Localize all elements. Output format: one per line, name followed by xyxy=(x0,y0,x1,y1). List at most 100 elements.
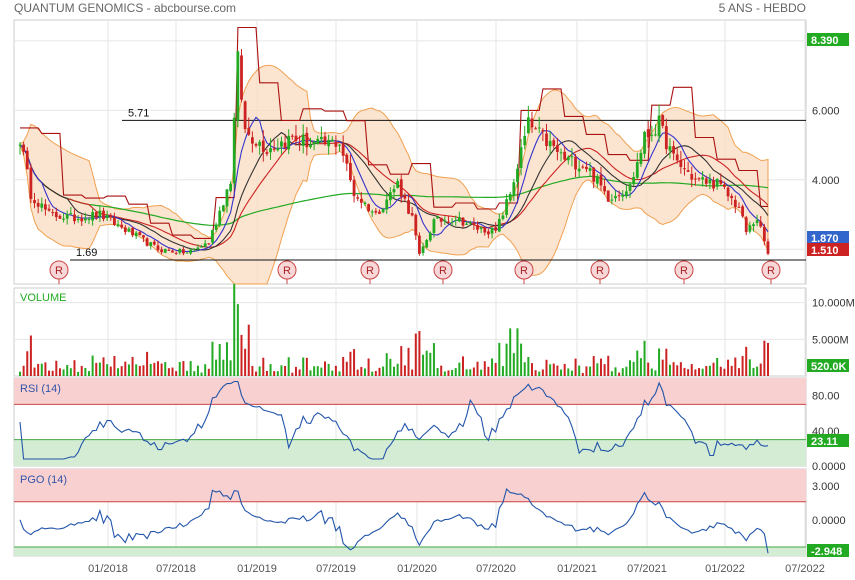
volume-bar xyxy=(276,371,279,376)
volume-bar xyxy=(494,362,497,376)
volume-bar xyxy=(146,351,149,376)
badge-high-label: 8.390 xyxy=(811,35,839,47)
candle xyxy=(250,137,254,144)
volume-bar xyxy=(106,364,109,376)
candle xyxy=(414,214,418,236)
volume-bar xyxy=(672,362,675,376)
volume-bar xyxy=(683,367,686,376)
candle xyxy=(174,252,178,254)
volume-bar xyxy=(447,370,450,376)
volume-bar xyxy=(639,358,642,376)
candle xyxy=(185,252,189,254)
candle xyxy=(388,192,392,201)
volume-bar xyxy=(636,350,639,376)
volume-bar xyxy=(349,351,352,376)
candle xyxy=(741,206,744,217)
candle xyxy=(378,211,381,214)
volume-bar xyxy=(22,365,25,376)
candle xyxy=(617,195,621,197)
candle xyxy=(370,211,374,213)
volume-bar xyxy=(393,366,395,376)
candle xyxy=(497,218,501,232)
candle xyxy=(116,224,120,227)
rsi-y-tick: 80.00 xyxy=(812,391,840,403)
candle xyxy=(668,146,672,151)
volume-bar xyxy=(334,365,337,376)
candle xyxy=(592,167,596,182)
volume-bar xyxy=(84,368,87,376)
candle xyxy=(149,242,153,247)
candle xyxy=(145,238,149,246)
candle xyxy=(91,212,95,221)
volume-bar xyxy=(730,365,733,376)
volume-bar xyxy=(211,341,214,376)
volume-bar xyxy=(138,365,141,376)
candle xyxy=(421,246,425,254)
candle xyxy=(723,184,726,187)
volume-bar xyxy=(523,362,526,376)
volume-bar xyxy=(218,344,221,376)
candle xyxy=(120,224,124,228)
volume-bar xyxy=(287,357,290,376)
candle xyxy=(338,144,341,146)
candle xyxy=(465,223,469,225)
volume-bar xyxy=(716,358,719,376)
x-tick-label: 01/2022 xyxy=(705,563,745,575)
volume-bar xyxy=(153,362,156,376)
candle xyxy=(47,208,51,211)
volume-bar xyxy=(469,369,472,376)
volume-bar xyxy=(643,340,646,376)
candle xyxy=(712,180,715,189)
volume-bar xyxy=(51,370,54,376)
volume-bar xyxy=(345,361,348,376)
candle xyxy=(367,204,370,212)
candle xyxy=(436,216,439,219)
volume-bar xyxy=(512,353,515,376)
volume-bar xyxy=(472,367,475,376)
volume-bar xyxy=(759,363,762,376)
volume-bar xyxy=(371,371,374,376)
candle xyxy=(450,221,454,223)
candle xyxy=(574,156,577,170)
candle xyxy=(468,222,472,224)
volume-bar xyxy=(650,368,653,376)
candle xyxy=(461,217,465,226)
candle xyxy=(490,228,494,234)
volume-bar xyxy=(418,331,421,376)
candle xyxy=(134,232,138,237)
volume-bar xyxy=(225,342,228,376)
candle xyxy=(240,55,243,100)
candle xyxy=(127,228,131,232)
candle xyxy=(581,166,585,168)
candle xyxy=(661,115,665,126)
volume-bar xyxy=(305,357,308,376)
volume-bar xyxy=(570,370,573,376)
volume-bar xyxy=(625,366,628,376)
candle xyxy=(418,235,421,254)
candle xyxy=(316,139,320,145)
candle xyxy=(624,191,628,197)
volume-bar xyxy=(414,333,417,376)
volume-bar xyxy=(229,360,232,376)
volume-bar xyxy=(160,363,163,376)
volume-bar xyxy=(378,367,381,376)
volume-bar xyxy=(222,359,225,376)
volume-bar xyxy=(66,365,69,376)
volume-bar xyxy=(618,372,621,376)
candle xyxy=(25,150,29,170)
candle xyxy=(672,146,675,154)
volume-bar xyxy=(40,363,43,376)
volume-bar xyxy=(131,356,134,376)
volume-bar xyxy=(262,357,265,376)
candle xyxy=(40,203,44,208)
x-tick-label: 01/2018 xyxy=(88,563,128,575)
volume-bar xyxy=(556,365,559,376)
candle xyxy=(98,210,102,217)
volume-bar xyxy=(342,356,345,376)
candle xyxy=(29,167,33,199)
volume-bar xyxy=(127,364,130,376)
candle xyxy=(356,197,360,199)
volume-bar xyxy=(244,348,247,376)
volume-bar xyxy=(530,363,533,376)
volume-bar xyxy=(476,361,479,376)
